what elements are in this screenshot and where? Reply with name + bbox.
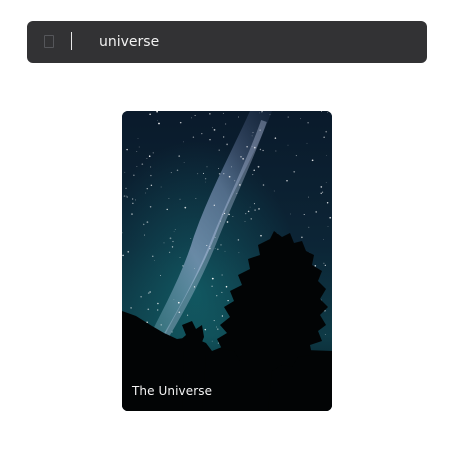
search-bar — [27, 21, 427, 63]
card-image — [122, 111, 332, 411]
text-caret — [71, 32, 72, 50]
search-input[interactable] — [97, 21, 419, 63]
card-title: The Universe — [132, 384, 213, 398]
search-icon[interactable] — [44, 35, 54, 48]
result-card[interactable]: The Universe — [122, 111, 332, 411]
